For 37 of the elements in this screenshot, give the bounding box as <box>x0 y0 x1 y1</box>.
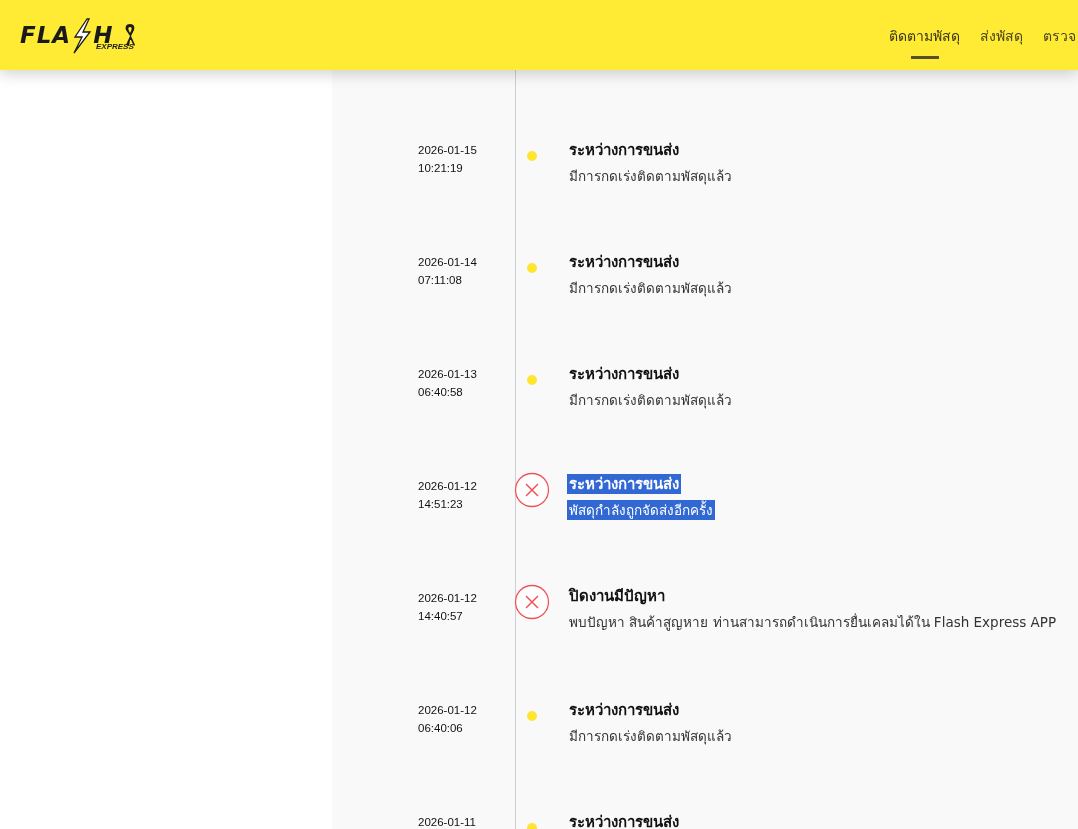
timeline-dot <box>527 151 537 161</box>
event-date: 2026-01-15 <box>418 143 478 158</box>
event-title: ระหว่างการขนส่ง <box>568 252 680 272</box>
event-title: ระหว่างการขนส่ง <box>568 812 680 829</box>
event-time: 07:11:08 <box>418 273 463 288</box>
nav-link[interactable]: ส่งพัสดุ <box>980 11 1023 59</box>
event-date: 2026-01-12 <box>418 479 478 494</box>
event-title: ปิดงานมีปัญหา <box>567 586 666 606</box>
lightning-bolt-icon <box>71 18 94 54</box>
event-title: ระหว่างการขนส่ง <box>568 700 680 720</box>
event-date: 2026-01-11 <box>418 815 477 829</box>
event-date: 2026-01-12 <box>418 591 478 606</box>
nav-link[interactable]: ตรวจ <box>1043 11 1076 59</box>
event-time: 14:51:23 <box>418 497 464 512</box>
error-x-icon <box>514 472 550 508</box>
error-x-icon <box>514 584 550 620</box>
timeline-dot <box>527 263 537 273</box>
timeline-dot <box>527 711 537 721</box>
event-title: ระหว่างการขนส่ง <box>568 140 680 160</box>
event-description: มีการกดเร่งติดตามพัสดุแล้ว <box>568 167 733 186</box>
event-date: 2026-01-12 <box>418 703 478 718</box>
event-time: 06:40:06 <box>418 721 464 736</box>
event-time: 14:40:57 <box>418 609 464 624</box>
event-date: 2026-01-14 <box>418 255 478 270</box>
event-time: 10:21:19 <box>418 161 464 176</box>
event-description: มีการกดเร่งติดตามพัสดุแล้ว <box>568 391 733 410</box>
event-time: 06:40:58 <box>418 385 464 400</box>
event-description: มีการกดเร่งติดตามพัสดุแล้ว <box>568 727 733 746</box>
event-title: ระหว่างการขนส่ง <box>568 364 680 384</box>
logo-subtitle: EXPRESS <box>96 42 134 51</box>
event-description: มีการกดเร่งติดตามพัสดุแล้ว <box>568 279 733 298</box>
event-description: พบปัญหา สินค้าสูญหาย ท่านสามารถดำเนินการยื่นเคลมได้ใน Flash Express APP <box>568 612 1058 632</box>
timeline-dot <box>527 375 537 385</box>
logo-text: FLA <box>20 21 72 50</box>
event-description: พัสดุกำลังถูกจัดส่งอีกครั้ง <box>567 500 715 520</box>
event-title: ระหว่างการขนส่ง <box>567 474 681 494</box>
event-date: 2026-01-13 <box>418 367 478 382</box>
